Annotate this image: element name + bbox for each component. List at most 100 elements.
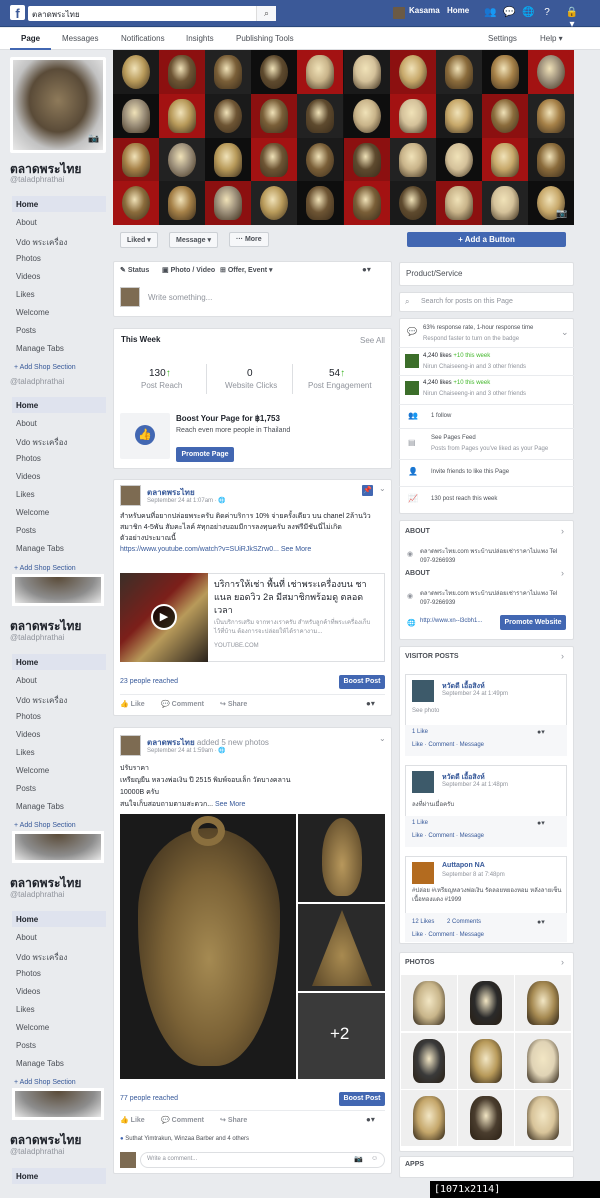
sidebar-item-likes[interactable]: Likes <box>12 744 106 760</box>
sidebar-item-photos[interactable]: Photos <box>12 708 106 724</box>
messages-icon[interactable]: 💬 <box>503 7 515 19</box>
cover-photo[interactable] <box>113 50 574 225</box>
visitor-avatar[interactable] <box>412 862 434 884</box>
photo-thumbnail[interactable] <box>515 1090 571 1146</box>
sidebar-item-vdo[interactable]: Vdo พระเครื่อง <box>12 947 106 963</box>
post-avatar[interactable] <box>120 735 141 756</box>
profile-link[interactable]: Kasama <box>409 6 440 15</box>
about-title[interactable]: ABOUT <box>405 570 430 577</box>
sidebar-item-home[interactable]: Home <box>12 1168 106 1184</box>
avatar[interactable] <box>393 7 405 19</box>
sidebar-item-photos[interactable]: Photos <box>12 250 106 266</box>
post-photo-thumb[interactable] <box>298 814 385 902</box>
sidebar-item-about[interactable]: About <box>12 415 106 431</box>
visitor-identity-selector[interactable]: ●▾ <box>537 728 545 736</box>
add-shop-section-link[interactable]: + Add Shop Section <box>14 364 76 371</box>
post-photo-thumb[interactable] <box>298 904 385 991</box>
search-input[interactable]: ตลาดพระไทย <box>28 6 276 21</box>
visitor-avatar[interactable] <box>412 771 434 793</box>
play-video-icon[interactable]: ▶ <box>151 604 177 630</box>
visitor-identity-selector[interactable]: ●▾ <box>537 918 545 926</box>
sidebar-item-videos[interactable]: Videos <box>12 983 106 999</box>
tab-notifications[interactable]: Notifications <box>121 34 165 43</box>
post-reach-text[interactable]: 130 post reach this week <box>431 496 497 502</box>
sidebar-item-welcome[interactable]: Welcome <box>12 1019 106 1035</box>
share-action[interactable]: ↪ Share <box>220 700 247 708</box>
likes-count[interactable]: 4,240 likes +10 this week <box>423 353 490 359</box>
sidebar-item-vdo[interactable]: Vdo พระเครื่อง <box>12 232 106 248</box>
sidebar-item-videos[interactable]: Videos <box>12 468 106 484</box>
visitor-actions[interactable]: Like · Comment · Message <box>412 742 484 748</box>
response-rate[interactable]: 63% response rate, 1-hour response time <box>423 325 533 331</box>
friend-requests-icon[interactable]: 👥 <box>484 7 496 19</box>
apps-title[interactable]: APPS <box>405 1161 424 1168</box>
photos-title[interactable]: PHOTOS <box>405 959 434 966</box>
sidebar-item-posts[interactable]: Posts <box>12 522 106 538</box>
chevron-right-icon[interactable]: › <box>561 957 564 967</box>
tab-help[interactable]: Help ▾ <box>540 34 563 43</box>
sidebar-item-home[interactable]: Home <box>12 196 106 212</box>
photo-thumbnail[interactable] <box>515 975 571 1031</box>
sidebar-item-likes[interactable]: Likes <box>12 286 106 302</box>
visitor-avatar[interactable] <box>412 680 434 702</box>
visitor-actions[interactable]: Like · Comment · Message <box>412 833 484 839</box>
sidebar-item-about[interactable]: About <box>12 929 106 945</box>
camera-icon[interactable]: 📷 <box>354 1155 363 1163</box>
post-timestamp[interactable]: September 24 at 1:59am · 🌐 <box>147 747 226 754</box>
search-icon[interactable]: ⌕ <box>256 6 276 21</box>
see-pages-feed-link[interactable]: See Pages Feed <box>431 435 476 441</box>
photo-thumbnail[interactable] <box>458 1032 514 1089</box>
add-shop-section-link[interactable]: + Add Shop Section <box>14 822 76 829</box>
sidebar-item-manage-tabs[interactable]: Manage Tabs <box>12 798 106 814</box>
visitor-posts-title[interactable]: VISITOR POSTS <box>405 653 459 660</box>
sidebar-item-manage-tabs[interactable]: Manage Tabs <box>12 340 106 356</box>
comment-action[interactable]: 💬 Comment <box>161 1116 204 1124</box>
sidebar-item-likes[interactable]: Likes <box>12 486 106 502</box>
follow-count[interactable]: 1 follow <box>431 413 451 419</box>
post-menu-icon[interactable]: ⌄ <box>379 484 386 493</box>
sidebar-item-vdo[interactable]: Vdo พระเครื่อง <box>12 690 106 706</box>
quick-help-icon[interactable]: ? <box>541 7 553 19</box>
add-button-button[interactable]: + Add a Button <box>407 232 566 247</box>
chevron-right-icon[interactable]: › <box>561 568 564 578</box>
post-author[interactable]: ตลาดพระไทย <box>147 738 195 747</box>
visitor-actions[interactable]: Like · Comment · Message <box>412 932 484 938</box>
chevron-down-icon[interactable]: ⌄ <box>561 327 569 338</box>
boost-post-button[interactable]: Boost Post <box>339 675 385 689</box>
comment-input[interactable]: Write a comment... <box>140 1152 385 1168</box>
visitor-post-text[interactable]: #ปล่อย #เหรียญหลวงพ่อเงิน รัดลอยหยองหอม … <box>412 887 562 905</box>
about-title[interactable]: ABOUT <box>405 528 430 535</box>
profile-picture[interactable] <box>12 831 104 863</box>
photo-thumbnail[interactable] <box>401 1032 457 1089</box>
sidebar-item-videos[interactable]: Videos <box>12 726 106 742</box>
sidebar-item-photos[interactable]: Photos <box>12 450 106 466</box>
sticker-icon[interactable]: ☺ <box>371 1155 378 1162</box>
tab-page[interactable]: Page <box>21 34 40 43</box>
facebook-logo-icon[interactable]: f <box>10 5 25 21</box>
sidebar-item-about[interactable]: About <box>12 672 106 688</box>
photo-thumbnail[interactable] <box>401 1090 457 1146</box>
sidebar-item-photos[interactable]: Photos <box>12 965 106 981</box>
visitor-identity-selector[interactable]: ●▾ <box>537 819 545 827</box>
sidebar-item-home[interactable]: Home <box>12 911 106 927</box>
link-preview-title[interactable]: บริการให้เช่า พื้นที่ เช่าพระเครื่องบน ช… <box>214 578 380 617</box>
people-reached-link[interactable]: 23 people reached <box>120 678 178 685</box>
visitor-comments[interactable]: 2 Comments <box>447 919 481 925</box>
liked-button[interactable]: Liked ▾ <box>120 232 158 248</box>
post-photo-main[interactable] <box>120 814 296 1079</box>
visitor-post-text[interactable]: ลงที่ผ่านเมื่อครับ <box>412 799 454 809</box>
likes-count[interactable]: 4,240 likes +10 this week <box>423 380 490 386</box>
visitor-post-text[interactable]: See photo <box>412 708 439 714</box>
post-avatar[interactable] <box>120 485 141 506</box>
like-action[interactable]: 👍 Like <box>120 700 145 708</box>
add-shop-section-link[interactable]: + Add Shop Section <box>14 1079 76 1086</box>
sidebar-item-manage-tabs[interactable]: Manage Tabs <box>12 1055 106 1071</box>
promote-page-button[interactable]: Promote Page <box>176 447 234 462</box>
profile-picture[interactable] <box>12 574 104 606</box>
account-menu-icon[interactable]: 🔒▾ <box>564 7 580 30</box>
sidebar-item-videos[interactable]: Videos <box>12 268 106 284</box>
likers-row[interactable]: ● Suthat Yimtrakun, Winzaa Barber and 4 … <box>120 1136 249 1142</box>
home-link[interactable]: Home <box>447 6 469 15</box>
post-link[interactable]: https://www.youtube.com/watch?v=SUiRJkSZ… <box>120 546 281 553</box>
see-all-link[interactable]: See All <box>360 336 385 345</box>
